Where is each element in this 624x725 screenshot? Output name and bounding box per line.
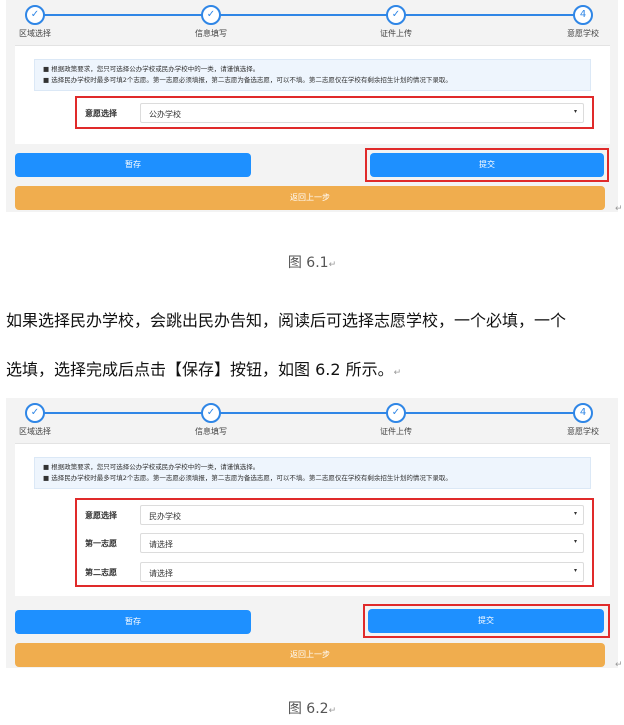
back-button[interactable]: 返回上一步 xyxy=(15,186,605,210)
submit-button[interactable]: 提交 xyxy=(368,609,604,633)
policy-notice: ■ 根据政策要求，您只可选择公办学校或民办学校中的一类，请谨慎选择。 ■ 选择民… xyxy=(34,457,591,489)
progress-line xyxy=(35,14,589,16)
submit-button[interactable]: 提交 xyxy=(370,153,604,177)
first-choice-select[interactable]: 请选择 ▾ xyxy=(140,533,584,553)
step-school[interactable]: 4 意愿学校 xyxy=(543,403,623,437)
save-draft-button[interactable]: 暂存 xyxy=(15,153,251,177)
progress-steps: ✓ 区域选择 ✓ 信息填写 ✓ 证件上传 4 意愿学校 xyxy=(6,0,618,38)
figure-caption-6-1: 图 6.1↵ xyxy=(0,252,624,272)
dropdown-arrow-icon: ▾ xyxy=(573,538,577,545)
second-choice-select[interactable]: 请选择 ▾ xyxy=(140,562,584,582)
notice-line: ■ 选择民办学校时最多可填2个志愿。第一志愿必须填报，第二志愿为备选志愿，可以不… xyxy=(43,474,452,482)
figure-6-2-screenshot: ✓ 区域选择 ✓ 信息填写 ✓ 证件上传 4 意愿学校 ■ 根据政策要求，您只可… xyxy=(6,398,618,668)
figure-6-1-screenshot: ✓ 区域选择 ✓ 信息填写 ✓ 证件上传 4 意愿学校 ■ 根据政策要求，您只可… xyxy=(6,0,618,212)
notice-line: ■ 选择民办学校时最多可填2个志愿。第一志愿必须填报，第二志愿为备选志愿，可以不… xyxy=(43,76,452,84)
step-label: 意愿学校 xyxy=(567,427,599,436)
step-label: 证件上传 xyxy=(380,427,412,436)
highlight-box: 意愿选择 公办学校 ▾ xyxy=(75,96,594,129)
select-value: 请选择 xyxy=(149,569,173,578)
step-label: 区域选择 xyxy=(19,427,51,436)
check-icon: ✓ xyxy=(25,403,45,423)
step-info[interactable]: ✓ 信息填写 xyxy=(171,5,251,39)
notice-line: ■ 根据政策要求，您只可选择公办学校或民办学校中的一类，请谨慎选择。 xyxy=(43,65,260,73)
check-icon: ✓ xyxy=(25,5,45,25)
step-label: 信息填写 xyxy=(195,427,227,436)
progress-steps: ✓ 区域选择 ✓ 信息填写 ✓ 证件上传 4 意愿学校 xyxy=(6,398,618,436)
paragraph-mark: ↵ xyxy=(328,260,337,270)
form-panel: ■ 根据政策要求，您只可选择公办学校或民办学校中的一类，请谨慎选择。 ■ 选择民… xyxy=(15,443,610,596)
highlight-box: 意愿选择 民办学校 ▾ 第一志愿 请选择 ▾ 第二志愿 请选择 ▾ xyxy=(75,498,594,587)
body-paragraph-line-2: 选填，选择完成后点击【保存】按钮，如图 6.2 所示。↵ xyxy=(6,356,401,380)
check-icon: ✓ xyxy=(201,403,221,423)
body-paragraph-line: 如果选择民办学校，会跳出民办告知，阅读后可选择志愿学校，一个必填，一个 xyxy=(6,311,567,330)
progress-line xyxy=(35,412,589,414)
figure-caption-6-2: 图 6.2↵ xyxy=(0,698,624,718)
willingness-row: 意愿选择 公办学校 ▾ xyxy=(85,103,584,123)
dropdown-arrow-icon: ▾ xyxy=(573,510,577,517)
step-upload[interactable]: ✓ 证件上传 xyxy=(356,403,436,437)
step-region[interactable]: ✓ 区域选择 xyxy=(0,403,75,437)
policy-notice: ■ 根据政策要求，您只可选择公办学校或民办学校中的一类，请谨慎选择。 ■ 选择民… xyxy=(34,59,591,91)
step-label: 意愿学校 xyxy=(567,29,599,38)
willingness-select[interactable]: 民办学校 ▾ xyxy=(140,505,584,525)
second-choice-label: 第二志愿 xyxy=(85,568,117,577)
dropdown-arrow-icon: ▾ xyxy=(573,108,577,115)
step-region[interactable]: ✓ 区域选择 xyxy=(0,5,75,39)
dropdown-arrow-icon: ▾ xyxy=(573,567,577,574)
step-school[interactable]: 4 意愿学校 xyxy=(543,5,623,39)
paragraph-mark: ↵ xyxy=(615,204,623,214)
step-label: 证件上传 xyxy=(380,29,412,38)
select-value: 公办学校 xyxy=(149,110,181,119)
check-icon: ✓ xyxy=(386,5,406,25)
notice-line: ■ 根据政策要求，您只可选择公办学校或民办学校中的一类，请谨慎选择。 xyxy=(43,463,260,471)
step-label: 区域选择 xyxy=(19,29,51,38)
willingness-label: 意愿选择 xyxy=(85,109,117,118)
save-draft-button[interactable]: 暂存 xyxy=(15,610,251,634)
form-panel: ■ 根据政策要求，您只可选择公办学校或民办学校中的一类，请谨慎选择。 ■ 选择民… xyxy=(15,45,610,144)
back-button[interactable]: 返回上一步 xyxy=(15,643,605,667)
select-value: 请选择 xyxy=(149,540,173,549)
caption-text: 图 6.1 xyxy=(287,255,329,271)
first-choice-row: 第一志愿 请选择 ▾ xyxy=(85,533,584,553)
willingness-label: 意愿选择 xyxy=(85,511,117,520)
paragraph-mark: ↵ xyxy=(328,706,337,716)
select-value: 民办学校 xyxy=(149,512,181,521)
step-number: 4 xyxy=(573,5,593,25)
caption-text: 图 6.2 xyxy=(287,701,329,717)
first-choice-label: 第一志愿 xyxy=(85,539,117,548)
paragraph-mark: ↵ xyxy=(393,368,402,378)
check-icon: ✓ xyxy=(201,5,221,25)
willingness-row: 意愿选择 民办学校 ▾ xyxy=(85,505,584,525)
paragraph-mark: ↵ xyxy=(615,660,623,670)
paragraph-text: 选填，选择完成后点击【保存】按钮，如图 6.2 所示。 xyxy=(6,360,394,379)
step-upload[interactable]: ✓ 证件上传 xyxy=(356,5,436,39)
step-number: 4 xyxy=(573,403,593,423)
willingness-select[interactable]: 公办学校 ▾ xyxy=(140,103,584,123)
check-icon: ✓ xyxy=(386,403,406,423)
step-info[interactable]: ✓ 信息填写 xyxy=(171,403,251,437)
second-choice-row: 第二志愿 请选择 ▾ xyxy=(85,562,584,582)
step-label: 信息填写 xyxy=(195,29,227,38)
